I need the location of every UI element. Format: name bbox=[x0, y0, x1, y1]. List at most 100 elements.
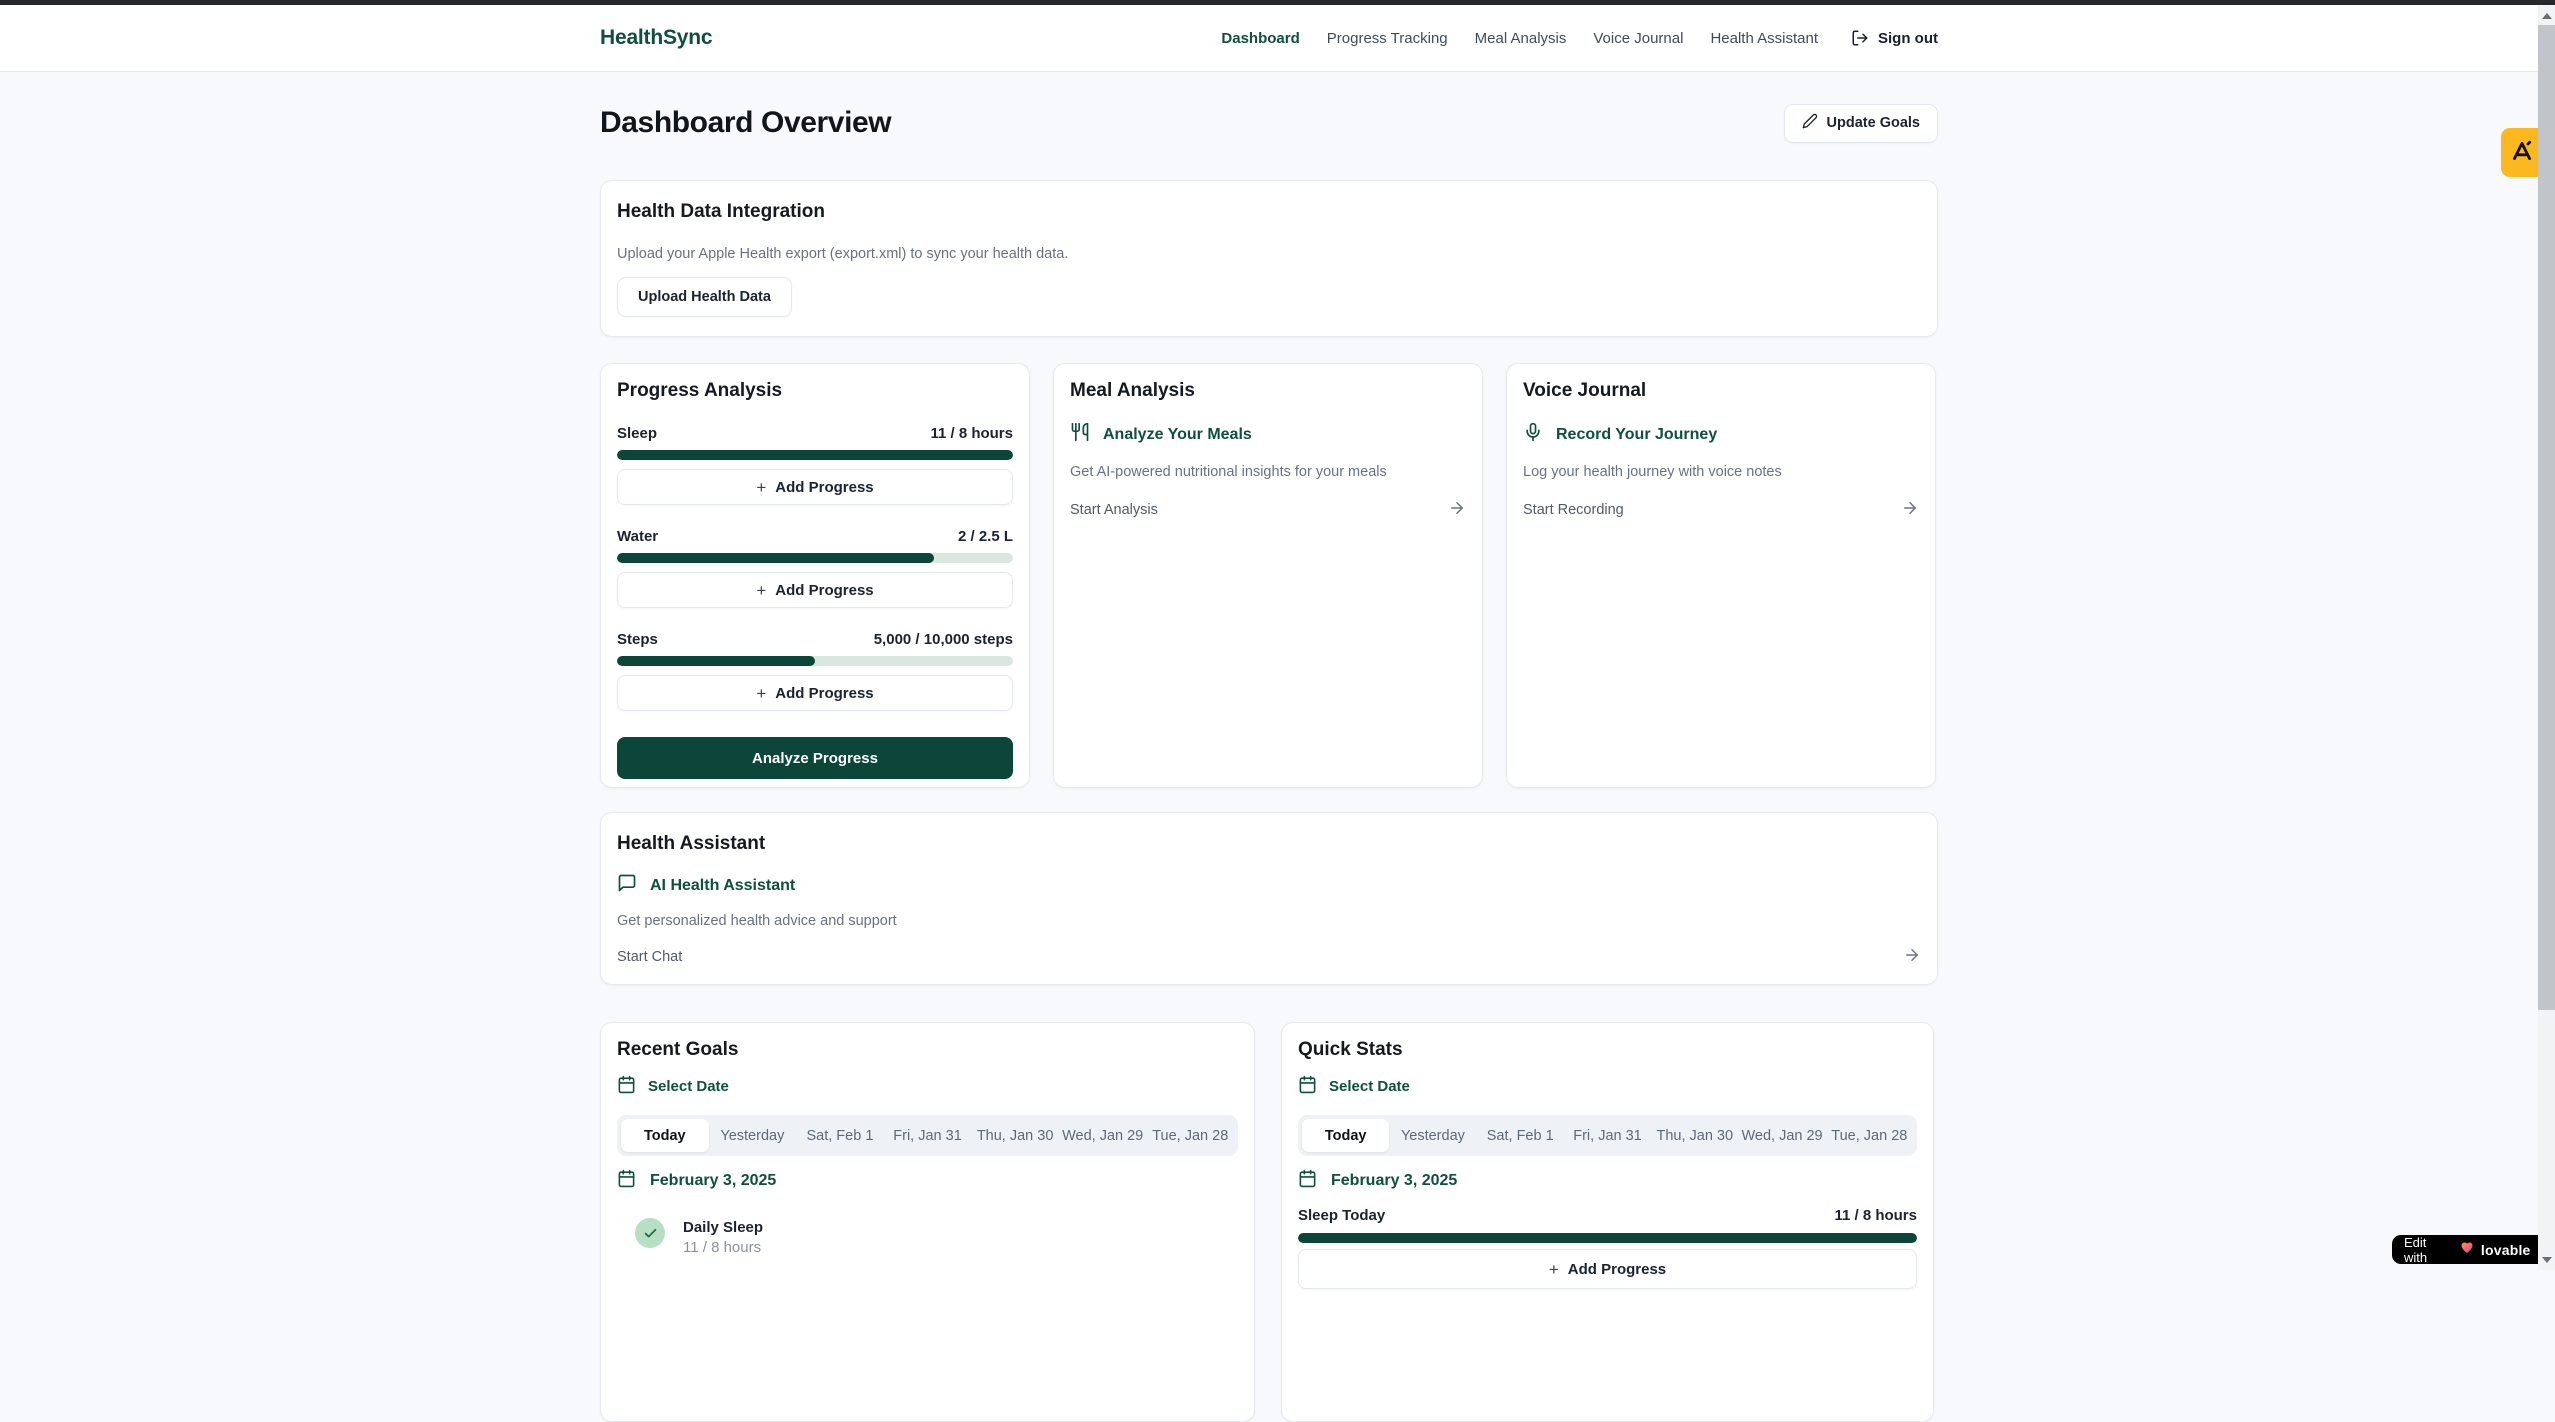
voice-title: Voice Journal bbox=[1523, 380, 1919, 402]
tab-yesterday[interactable]: Yesterday bbox=[1389, 1119, 1476, 1152]
update-goals-button[interactable]: Update Goals bbox=[1784, 104, 1938, 143]
goal-name: Daily Sleep bbox=[683, 1219, 763, 1237]
add-progress-button[interactable]: + Add Progress bbox=[1298, 1249, 1917, 1289]
tab-sat-feb-1[interactable]: Sat, Feb 1 bbox=[796, 1119, 884, 1152]
nav-item-health-assistant[interactable]: Health Assistant bbox=[1710, 30, 1818, 47]
arrow-right-icon bbox=[1901, 499, 1919, 521]
tab-thu-jan-30[interactable]: Thu, Jan 30 bbox=[971, 1119, 1059, 1152]
calendar-icon bbox=[1298, 1169, 1317, 1193]
integration-title: Health Data Integration bbox=[617, 201, 1913, 223]
microphone-icon bbox=[1523, 422, 1543, 447]
start-recording-link[interactable]: Start Recording bbox=[1523, 499, 1919, 521]
tab-today[interactable]: Today bbox=[1302, 1119, 1389, 1152]
stat-value: 11 / 8 hours bbox=[1834, 1207, 1917, 1224]
select-date-button[interactable]: Select Date bbox=[617, 1075, 1238, 1097]
tab-wed-jan-29[interactable]: Wed, Jan 29 bbox=[1738, 1119, 1825, 1152]
selected-date[interactable]: February 3, 2025 bbox=[617, 1170, 1238, 1192]
voice-description: Log your health journey with voice notes bbox=[1523, 463, 1919, 481]
meal-analysis-card: Meal Analysis Analyze Your Meals Get AI-… bbox=[1053, 363, 1483, 788]
lovable-badge[interactable]: Edit with lovable × bbox=[2392, 1235, 2555, 1264]
extension-logo-icon bbox=[2509, 138, 2535, 167]
scroll-up-arrow[interactable] bbox=[2538, 7, 2555, 24]
main-nav: Dashboard Progress Tracking Meal Analysi… bbox=[1221, 29, 1938, 47]
assistant-title: Health Assistant bbox=[617, 833, 1921, 855]
tab-tue-jan-28[interactable]: Tue, Jan 28 bbox=[1146, 1119, 1234, 1152]
progress-title: Progress Analysis bbox=[617, 380, 1013, 402]
analyze-progress-button[interactable]: Analyze Progress bbox=[617, 737, 1013, 779]
plus-icon: + bbox=[756, 582, 766, 599]
integration-description: Upload your Apple Health export (export.… bbox=[617, 245, 1913, 263]
selected-date[interactable]: February 3, 2025 bbox=[1298, 1170, 1917, 1192]
goal-value: 5,000 / 10,000 steps bbox=[874, 631, 1013, 648]
sign-out-button[interactable]: Sign out bbox=[1851, 29, 1938, 47]
scrollbar-thumb[interactable] bbox=[2538, 25, 2555, 1010]
recent-goals-title: Recent Goals bbox=[617, 1039, 1238, 1061]
goal-list-item: Daily Sleep 11 / 8 hours bbox=[617, 1218, 1238, 1257]
pencil-icon bbox=[1802, 113, 1818, 133]
tab-fri-jan-31[interactable]: Fri, Jan 31 bbox=[1564, 1119, 1651, 1152]
tab-tue-jan-28[interactable]: Tue, Jan 28 bbox=[1826, 1119, 1913, 1152]
goal-label: Sleep bbox=[617, 425, 657, 442]
add-progress-button-water[interactable]: + Add Progress bbox=[617, 572, 1013, 608]
assistant-description: Get personalized health advice and suppo… bbox=[617, 912, 1921, 930]
goal-block-sleep: Sleep 11 / 8 hours + Add Progress bbox=[617, 424, 1013, 505]
analyze-your-meals-link[interactable]: Analyze Your Meals bbox=[1070, 422, 1466, 447]
plus-icon: + bbox=[1549, 1261, 1559, 1278]
goal-block-water: Water 2 / 2.5 L + Add Progress bbox=[617, 527, 1013, 608]
arrow-right-icon bbox=[1903, 946, 1921, 968]
record-your-journey-link[interactable]: Record Your Journey bbox=[1523, 422, 1919, 447]
scroll-down-arrow[interactable] bbox=[2538, 1251, 2555, 1268]
tab-today[interactable]: Today bbox=[621, 1119, 709, 1152]
quick-stats-card: Quick Stats Select Date Today Yesterday … bbox=[1281, 1022, 1934, 1422]
quick-stats-title: Quick Stats bbox=[1298, 1039, 1917, 1061]
app-header: HealthSync Dashboard Progress Tracking M… bbox=[0, 5, 2538, 72]
utensils-icon bbox=[1070, 422, 1090, 447]
progress-bar-water bbox=[617, 553, 1013, 563]
upload-health-data-button[interactable]: Upload Health Data bbox=[617, 277, 792, 317]
vertical-scrollbar[interactable] bbox=[2538, 5, 2555, 1270]
goal-label: Water bbox=[617, 528, 658, 545]
plus-icon: + bbox=[756, 479, 766, 496]
nav-item-voice-journal[interactable]: Voice Journal bbox=[1593, 30, 1683, 47]
date-tabs: Today Yesterday Sat, Feb 1 Fri, Jan 31 T… bbox=[617, 1115, 1238, 1156]
progress-bar-sleep-today bbox=[1298, 1233, 1917, 1243]
tab-sat-feb-1[interactable]: Sat, Feb 1 bbox=[1477, 1119, 1564, 1152]
plus-icon: + bbox=[756, 685, 766, 702]
meal-title: Meal Analysis bbox=[1070, 380, 1466, 402]
progress-bar-sleep bbox=[617, 450, 1013, 460]
tab-fri-jan-31[interactable]: Fri, Jan 31 bbox=[884, 1119, 972, 1152]
calendar-icon bbox=[1298, 1075, 1317, 1098]
nav-item-meal-analysis[interactable]: Meal Analysis bbox=[1475, 30, 1567, 47]
chat-bubble-icon bbox=[617, 873, 637, 898]
ai-health-assistant-link[interactable]: AI Health Assistant bbox=[617, 873, 1921, 898]
goal-value: 11 / 8 hours bbox=[930, 425, 1013, 442]
nav-item-progress-tracking[interactable]: Progress Tracking bbox=[1327, 30, 1448, 47]
nav-item-dashboard[interactable]: Dashboard bbox=[1221, 30, 1299, 47]
tab-thu-jan-30[interactable]: Thu, Jan 30 bbox=[1651, 1119, 1738, 1152]
select-date-button[interactable]: Select Date bbox=[1298, 1075, 1917, 1097]
progress-bar-steps bbox=[617, 656, 1013, 666]
brand-logo: HealthSync bbox=[600, 26, 712, 50]
voice-journal-card: Voice Journal Record Your Journey Log yo… bbox=[1506, 363, 1936, 788]
start-analysis-link[interactable]: Start Analysis bbox=[1070, 499, 1466, 521]
date-tabs: Today Yesterday Sat, Feb 1 Fri, Jan 31 T… bbox=[1298, 1115, 1917, 1156]
add-progress-button-steps[interactable]: + Add Progress bbox=[617, 675, 1013, 711]
sign-out-label: Sign out bbox=[1878, 30, 1938, 47]
arrow-right-icon bbox=[1448, 499, 1466, 521]
extension-button[interactable] bbox=[2501, 128, 2543, 177]
calendar-icon bbox=[617, 1169, 636, 1193]
goal-block-steps: Steps 5,000 / 10,000 steps + Add Progres… bbox=[617, 630, 1013, 711]
stat-label: Sleep Today bbox=[1298, 1207, 1385, 1224]
tab-yesterday[interactable]: Yesterday bbox=[709, 1119, 797, 1152]
start-chat-link[interactable]: Start Chat bbox=[617, 946, 1921, 968]
meal-description: Get AI-powered nutritional insights for … bbox=[1070, 463, 1466, 481]
progress-analysis-card: Progress Analysis Sleep 11 / 8 hours + A… bbox=[600, 363, 1030, 788]
goal-label: Steps bbox=[617, 631, 658, 648]
add-progress-button-sleep[interactable]: + Add Progress bbox=[617, 469, 1013, 505]
health-data-integration-card: Health Data Integration Upload your Appl… bbox=[600, 180, 1938, 337]
tab-wed-jan-29[interactable]: Wed, Jan 29 bbox=[1059, 1119, 1147, 1152]
goal-value: 2 / 2.5 L bbox=[958, 528, 1013, 545]
check-circle-icon bbox=[635, 1218, 665, 1248]
calendar-icon bbox=[617, 1075, 636, 1098]
health-assistant-card: Health Assistant AI Health Assistant Get… bbox=[600, 812, 1938, 985]
